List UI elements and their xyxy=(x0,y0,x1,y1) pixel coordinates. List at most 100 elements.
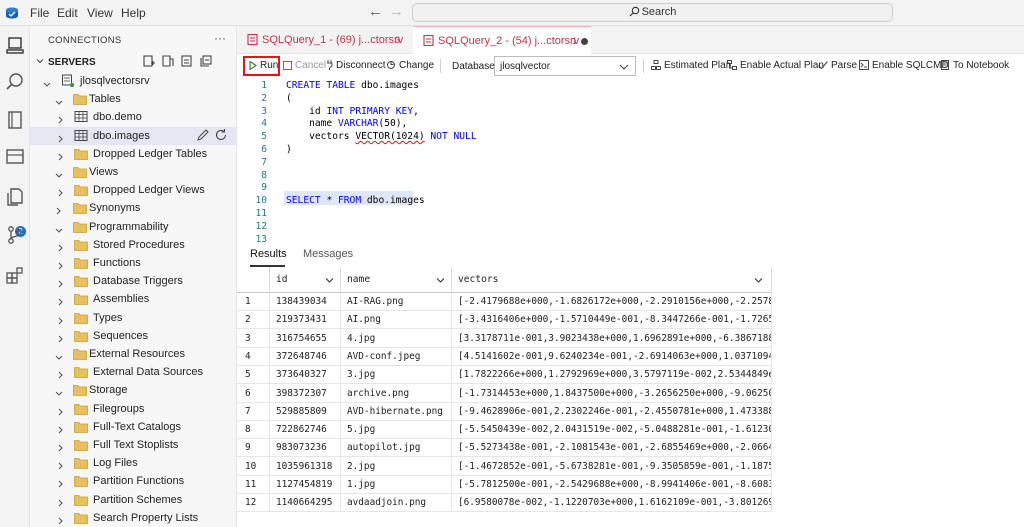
table-row[interactable]: 2 219373431 AI.png [-3.4316406e+000,-1.5710… xyxy=(237,311,772,330)
tab-sqlquery-2[interactable]: SQLQuery_2 - (54) j...ctorsrv 1 xyxy=(413,26,591,54)
column-header-id[interactable]: id xyxy=(270,267,341,293)
monitor-icon[interactable] xyxy=(4,146,26,168)
chevron-right-icon[interactable] xyxy=(57,477,64,491)
tree-item[interactable]: External Resources xyxy=(30,345,237,363)
tree-item[interactable]: Search Property Lists xyxy=(30,509,237,527)
table-cell[interactable]: 529885809 xyxy=(270,402,341,421)
table-row[interactable]: 10 1035961318 2.jpg [-1.4672852e-001,-5.673… xyxy=(237,457,772,476)
search-icon[interactable] xyxy=(4,71,26,93)
table-cell[interactable]: [-9.4628906e-001,2.2302246e-001,-2.45507… xyxy=(452,402,772,421)
change-connection-button[interactable]: Change xyxy=(386,60,434,71)
disconnect-button[interactable]: Disconnect xyxy=(326,60,385,71)
chevron-right-icon[interactable] xyxy=(57,441,64,455)
connections-icon[interactable] xyxy=(4,35,26,57)
chevron-right-icon[interactable] xyxy=(57,113,64,127)
table-cell[interactable]: archive.png xyxy=(341,384,452,403)
tree-item[interactable]: Programmability xyxy=(30,218,237,236)
chevron-down-icon[interactable] xyxy=(55,350,63,364)
table-row[interactable]: 7 529885809 AVD-hibernate.png [-9.4628906e-… xyxy=(237,402,772,421)
row-number-cell[interactable]: 9 xyxy=(237,439,270,458)
tree-item[interactable]: Database Triggers xyxy=(30,272,237,290)
enable-sqlcmd-button[interactable]: Enable SQLCMD xyxy=(859,60,949,71)
chevron-right-icon[interactable] xyxy=(57,259,64,273)
refresh-icon[interactable] xyxy=(214,128,228,142)
table-cell[interactable]: 398372307 xyxy=(270,384,341,403)
sql-editor[interactable]: 1 CREATE TABLE dbo.images 2 (3 id INT PRIMA… xyxy=(237,77,1024,245)
tab-messages[interactable]: Messages xyxy=(303,248,353,260)
tree-item[interactable]: Full-Text Catalogs xyxy=(30,418,237,436)
row-number-cell[interactable]: 10 xyxy=(237,457,270,476)
tree-item[interactable]: Views xyxy=(30,163,237,181)
tree-item[interactable]: Stored Procedures xyxy=(30,236,237,254)
chevron-right-icon[interactable] xyxy=(57,295,64,309)
chevron-right-icon[interactable] xyxy=(57,496,64,510)
chevron-right-icon[interactable] xyxy=(57,332,64,346)
table-cell[interactable]: [-5.5273438e-001,-2.1081543e-001,-2.6855… xyxy=(452,439,772,458)
table-cell[interactable]: [-2.4179688e+000,-1.6826172e+000,-2.2910… xyxy=(452,293,772,311)
column-header-vectors[interactable]: vectors xyxy=(452,267,772,293)
chevron-right-icon[interactable] xyxy=(57,277,64,291)
chevron-right-icon[interactable] xyxy=(57,150,64,164)
table-cell[interactable]: AI-RAG.png xyxy=(341,293,452,311)
tree-item[interactable]: jlosqlvectorsrv xyxy=(30,72,237,90)
command-search-box[interactable]: Search xyxy=(412,3,893,22)
chevron-right-icon[interactable] xyxy=(57,405,64,419)
tree-item[interactable]: Dropped Ledger Views xyxy=(30,181,237,199)
chevron-right-icon[interactable] xyxy=(55,204,62,218)
active-connections-icon[interactable] xyxy=(180,54,194,68)
chevron-right-icon[interactable] xyxy=(57,514,64,527)
tree-item[interactable]: Storage xyxy=(30,381,237,399)
new-connection-icon[interactable] xyxy=(142,54,156,68)
table-row[interactable]: 11 1127454819 1.jpg [-5.7812500e-001,-2.542… xyxy=(237,476,772,494)
extensions-icon[interactable] xyxy=(4,264,26,286)
table-row[interactable]: 3 316754655 4.jpg [3.3178711e-001,3.9023438… xyxy=(237,329,772,348)
menu-view[interactable]: View xyxy=(87,6,113,20)
table-cell[interactable]: 1.jpg xyxy=(341,476,452,494)
tree-item[interactable]: Types xyxy=(30,309,237,327)
row-number-cell[interactable]: 8 xyxy=(237,421,270,440)
table-cell[interactable]: [1.7822266e+000,1.2792969e+000,3.5797119… xyxy=(452,366,772,385)
table-cell[interactable]: [-1.7314453e+000,1.8437500e+000,-3.26562… xyxy=(452,384,772,403)
table-cell[interactable]: 722862746 xyxy=(270,421,341,440)
tab-results[interactable]: Results xyxy=(250,248,287,260)
table-cell[interactable]: AI.png xyxy=(341,311,452,330)
tree-item[interactable]: Filegroups xyxy=(30,400,237,418)
table-cell[interactable]: AVD-hibernate.png xyxy=(341,402,452,421)
menu-help[interactable]: Help xyxy=(121,6,146,20)
table-row[interactable]: 5 373640327 3.jpg [1.7822266e+000,1.2792969… xyxy=(237,366,772,385)
table-cell[interactable]: 316754655 xyxy=(270,329,341,348)
to-notebook-button[interactable]: To Notebook xyxy=(940,60,1009,71)
tree-item[interactable]: Functions xyxy=(30,254,237,272)
cancel-button[interactable]: Cancel xyxy=(283,60,326,71)
chevron-down-icon[interactable] xyxy=(55,386,63,400)
row-number-cell[interactable]: 3 xyxy=(237,329,270,348)
menu-file[interactable]: File xyxy=(30,6,49,20)
table-cell[interactable]: [-3.4316406e+000,-1.5710449e-001,-8.3447… xyxy=(452,311,772,330)
tree-item[interactable]: Partition Functions xyxy=(30,472,237,490)
chevron-right-icon[interactable] xyxy=(57,241,64,255)
chevron-right-icon[interactable] xyxy=(57,459,64,473)
tree-item[interactable]: Full Text Stoplists xyxy=(30,436,237,454)
chevron-down-icon[interactable] xyxy=(55,95,63,109)
chevron-down-icon[interactable] xyxy=(55,168,63,182)
enable-actual-plan-button[interactable]: Enable Actual Plan xyxy=(727,60,824,71)
table-cell[interactable]: 1127454819 xyxy=(270,476,341,494)
table-cell[interactable]: 219373431 xyxy=(270,311,341,330)
tree-item[interactable]: External Data Sources xyxy=(30,363,237,381)
tree-item[interactable]: Synonyms xyxy=(30,199,237,217)
table-row[interactable]: 9 983073236 autopilot.jpg [-5.5273438e-001,… xyxy=(237,439,772,458)
table-cell[interactable]: [6.9580078e-002,-1.1220703e+000,1.616210… xyxy=(452,494,772,513)
chevron-right-icon[interactable] xyxy=(57,186,64,200)
table-row[interactable]: 12 1140664295 avdaadjoin.png [6.9580078e-00… xyxy=(237,494,772,513)
table-cell[interactable]: avdaadjoin.png xyxy=(341,494,452,513)
tab-sqlquery-1[interactable]: SQLQuery_1 - (69) j...ctorsrv 3 xyxy=(237,26,413,54)
edit-pencil-icon[interactable] xyxy=(196,128,210,142)
table-cell[interactable]: 2.jpg xyxy=(341,457,452,476)
explorer-files-icon[interactable] xyxy=(4,186,26,208)
table-cell[interactable]: [-5.5450439e-002,2.0431519e-002,-5.04882… xyxy=(452,421,772,440)
chevron-right-icon[interactable] xyxy=(57,423,64,437)
table-cell[interactable]: 138439034 xyxy=(270,293,341,311)
menu-edit[interactable]: Edit xyxy=(57,6,78,20)
estimated-plan-button[interactable]: Estimated Plan xyxy=(651,60,731,71)
chevron-down-icon[interactable] xyxy=(43,77,51,91)
